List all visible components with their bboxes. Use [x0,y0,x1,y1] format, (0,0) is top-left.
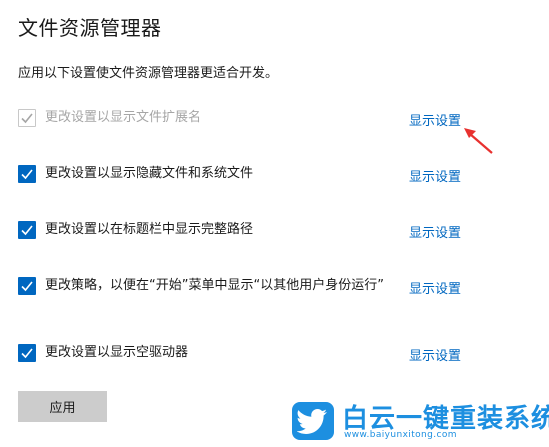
watermark-url: www.baiyunxitong.com [344,430,457,440]
setting-label: 更改策略，以便在“开始”菜单中显示“以其他用户身份运行” [45,278,384,293]
twitter-bird-icon [292,402,334,440]
setting-row-full-path: 更改设置以在标题栏中显示完整路径 显示设置 [18,218,478,242]
run-as-other-user-checkbox[interactable] [18,277,36,295]
full-path-checkbox[interactable] [18,221,36,239]
empty-drives-checkbox[interactable] [18,344,36,362]
checkmark-icon [21,169,33,180]
setting-label: 更改设置以显示隐藏文件和系统文件 [45,166,254,181]
page-title: 文件资源管理器 [18,16,162,40]
checkmark-icon [21,113,33,124]
show-settings-link-file-extensions[interactable]: 显示设置 [409,110,461,129]
checkmark-icon [21,225,33,236]
watermark: 白云一键重装系统 www.baiyunxitong.com [292,400,549,444]
apply-button[interactable]: 应用 [18,391,107,422]
setting-label: 更改设置以显示空驱动器 [45,345,189,360]
setting-label: 更改设置以显示文件扩展名 [45,110,202,125]
setting-row-file-extensions: 更改设置以显示文件扩展名 显示设置 [18,106,478,130]
page-description: 应用以下设置使文件资源管理器更适合开发。 [18,66,279,81]
setting-row-hidden-files: 更改设置以显示隐藏文件和系统文件 显示设置 [18,162,478,186]
show-settings-link-run-as-other-user[interactable]: 显示设置 [409,278,461,297]
hidden-files-checkbox[interactable] [18,165,36,183]
red-arrow-icon [464,128,493,154]
setting-row-empty-drives: 更改设置以显示空驱动器 显示设置 [18,341,478,365]
setting-row-run-as-other-user: 更改策略，以便在“开始”菜单中显示“以其他用户身份运行” 显示设置 [18,274,478,314]
show-settings-link-hidden-files[interactable]: 显示设置 [409,166,461,185]
file-extensions-checkbox[interactable] [18,109,36,127]
show-settings-link-full-path[interactable]: 显示设置 [409,222,461,241]
setting-label: 更改设置以在标题栏中显示完整路径 [45,222,254,237]
checkmark-icon [21,281,33,292]
checkmark-icon [21,348,33,359]
show-settings-link-empty-drives[interactable]: 显示设置 [409,345,461,364]
